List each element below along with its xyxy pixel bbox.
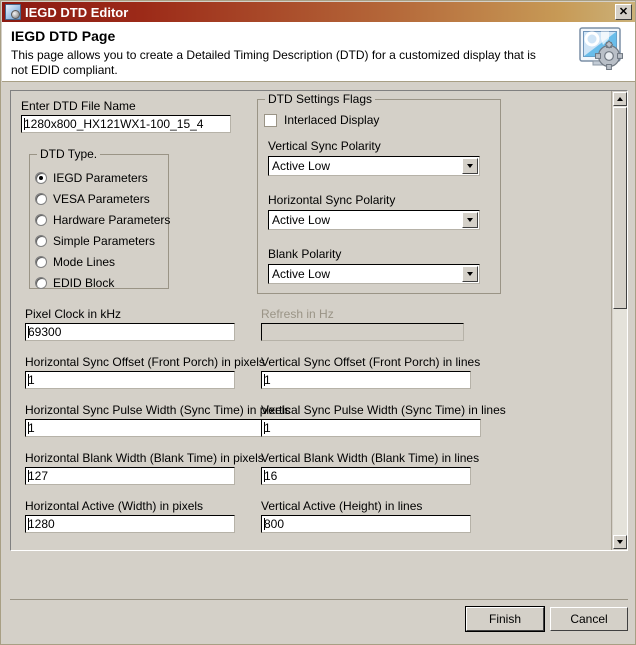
- display-gear-icon: [5, 4, 21, 20]
- horizontal-sync-polarity-select[interactable]: Active Low: [268, 210, 480, 230]
- pixel-clock-label: Pixel Clock in kHz: [25, 307, 122, 321]
- radio-hardware-parameters[interactable]: Hardware Parameters: [35, 213, 170, 227]
- form-content: Enter DTD File Name 1280x800_HX121WX1-10…: [11, 91, 611, 550]
- checkbox-indicator: [264, 113, 277, 127]
- cancel-button[interactable]: Cancel: [550, 607, 628, 631]
- horizontal-sync-offset-value: 1: [28, 373, 35, 387]
- vertical-sync-offset-input[interactable]: 1: [261, 371, 471, 389]
- scrollbar-thumb[interactable]: [613, 107, 627, 309]
- vertical-sync-polarity-select[interactable]: Active Low: [268, 156, 480, 176]
- vertical-active-value: 800: [264, 517, 285, 531]
- horizontal-sync-pulse-value: 1: [28, 421, 35, 435]
- horizontal-sync-offset-label: Horizontal Sync Offset (Front Porch) in …: [25, 355, 265, 369]
- radio-label: IEGD Parameters: [53, 171, 148, 185]
- vertical-sync-polarity-value: Active Low: [272, 159, 331, 173]
- scroll-down-icon[interactable]: [613, 535, 627, 549]
- finish-button[interactable]: Finish: [465, 606, 545, 632]
- file-name-label: Enter DTD File Name: [21, 99, 136, 113]
- radio-iegd-parameters[interactable]: IEGD Parameters: [35, 171, 148, 185]
- radio-simple-parameters[interactable]: Simple Parameters: [35, 234, 155, 248]
- chevron-down-icon[interactable]: [462, 212, 478, 228]
- horizontal-active-value: 1280: [28, 517, 55, 531]
- close-icon[interactable]: ✕: [615, 4, 632, 20]
- blank-polarity-label: Blank Polarity: [268, 247, 342, 261]
- window-title: IEGD DTD Editor: [25, 4, 129, 20]
- blank-polarity-select[interactable]: Active Low: [268, 264, 480, 284]
- radio-mode-lines[interactable]: Mode Lines: [35, 255, 115, 269]
- radio-indicator: [35, 214, 47, 226]
- radio-label: VESA Parameters: [53, 192, 150, 206]
- interlaced-display-label: Interlaced Display: [284, 113, 380, 127]
- vertical-active-input[interactable]: 800: [261, 515, 471, 533]
- display-gear-icon: [579, 27, 623, 70]
- vertical-sync-pulse-label: Vertical Sync Pulse Width (Sync Time) in…: [261, 403, 506, 417]
- horizontal-sync-pulse-label: Horizontal Sync Pulse Width (Sync Time) …: [25, 403, 291, 417]
- radio-edid-block[interactable]: EDID Block: [35, 276, 114, 290]
- iegd-dtd-editor-window: IEGD DTD Editor ✕ IEGD DTD Page This pag…: [0, 0, 636, 645]
- title-bar: IEGD DTD Editor ✕: [2, 2, 635, 22]
- chevron-down-icon[interactable]: [462, 158, 478, 174]
- vertical-sync-offset-label: Vertical Sync Offset (Front Porch) in li…: [261, 355, 481, 369]
- pixel-clock-value: 69300: [28, 325, 62, 339]
- vertical-sync-pulse-input[interactable]: 1: [261, 419, 481, 437]
- interlaced-display-checkbox[interactable]: Interlaced Display: [264, 113, 379, 127]
- horizontal-active-input[interactable]: 1280: [25, 515, 235, 533]
- radio-indicator: [35, 256, 47, 268]
- horizontal-blank-value: 127: [28, 469, 49, 483]
- scroll-up-icon[interactable]: [613, 92, 627, 106]
- refresh-label: Refresh in Hz: [261, 307, 334, 321]
- vertical-blank-label: Vertical Blank Width (Blank Time) in lin…: [261, 451, 480, 465]
- refresh-input: [261, 323, 464, 341]
- blank-polarity-value: Active Low: [272, 267, 331, 281]
- page-description: This page allows you to create a Detaile…: [11, 48, 536, 77]
- vertical-sync-pulse-value: 1: [264, 421, 271, 435]
- radio-vesa-parameters[interactable]: VESA Parameters: [35, 192, 150, 206]
- file-name-value: 1280x800_HX121WX1-100_15_4: [24, 117, 204, 131]
- radio-label: Simple Parameters: [53, 234, 156, 248]
- page-header: IEGD DTD Page This page allows you to cr…: [2, 22, 635, 82]
- dtd-type-group-title: DTD Type.: [37, 147, 101, 161]
- horizontal-sync-polarity-value: Active Low: [272, 213, 331, 227]
- horizontal-active-label: Horizontal Active (Width) in pixels: [25, 499, 204, 513]
- radio-indicator: [35, 172, 47, 184]
- page-title: IEGD DTD Page: [11, 28, 116, 44]
- dtd-settings-flags-group-title: DTD Settings Flags: [265, 92, 376, 106]
- form-scroll-pane: Enter DTD File Name 1280x800_HX121WX1-10…: [10, 90, 628, 551]
- vertical-blank-input[interactable]: 16: [261, 467, 471, 485]
- radio-indicator: [35, 277, 47, 289]
- vertical-scrollbar[interactable]: [611, 91, 627, 550]
- vertical-sync-offset-value: 1: [264, 373, 271, 387]
- radio-label: Mode Lines: [53, 255, 116, 269]
- vertical-sync-polarity-label: Vertical Sync Polarity: [268, 139, 381, 153]
- radio-label: EDID Block: [53, 276, 115, 290]
- footer-divider: [10, 599, 628, 600]
- horizontal-sync-pulse-input[interactable]: 1: [25, 419, 265, 437]
- horizontal-sync-offset-input[interactable]: 1: [25, 371, 235, 389]
- vertical-blank-value: 16: [264, 469, 278, 483]
- horizontal-blank-label: Horizontal Blank Width (Blank Time) in p…: [25, 451, 264, 465]
- file-name-input[interactable]: 1280x800_HX121WX1-100_15_4: [21, 115, 231, 133]
- vertical-active-label: Vertical Active (Height) in lines: [261, 499, 423, 513]
- radio-indicator: [35, 193, 47, 205]
- horizontal-sync-polarity-label: Horizontal Sync Polarity: [268, 193, 396, 207]
- chevron-down-icon[interactable]: [462, 266, 478, 282]
- radio-indicator: [35, 235, 47, 247]
- horizontal-blank-input[interactable]: 127: [25, 467, 235, 485]
- radio-label: Hardware Parameters: [53, 213, 171, 227]
- pixel-clock-input[interactable]: 69300: [25, 323, 235, 341]
